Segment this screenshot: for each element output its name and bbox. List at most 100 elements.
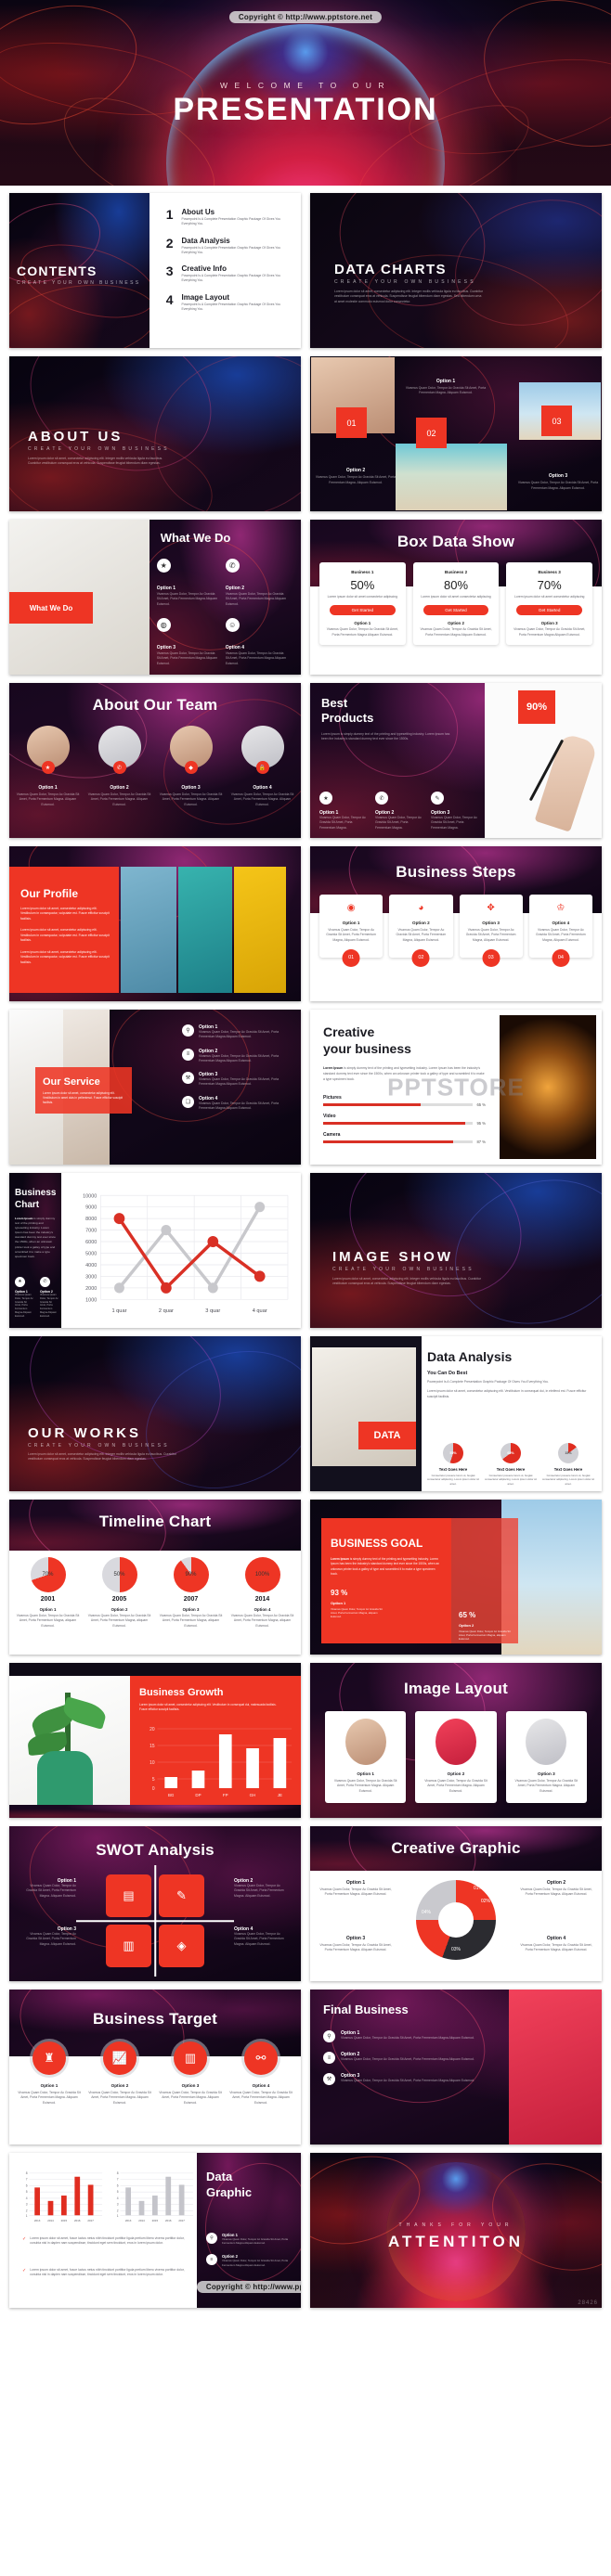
timeline-item[interactable]: 90% 2007 Option 3 Vivamus Quam Dolor, Te… [158, 1557, 224, 1629]
service-item[interactable]: ❏ Option 4 Vivamus Quam Dolor, Tempor Ac… [182, 1095, 295, 1112]
service-item[interactable]: ⚒ Option 3 Vivamus Quam Dolor, Tempor Ac… [182, 1072, 295, 1088]
target-item[interactable]: ♜ Option 1 Vivamus Quam Dolor, Tempor Ac… [17, 2041, 82, 2106]
bulb-icon: ⚲ [182, 1024, 194, 1037]
slide-what-we-do[interactable]: What We Do What We Do ★ Option 1 Vivamus… [9, 520, 301, 675]
slide-data-graphic[interactable]: 876 543 21 2013 2014 2015 2016 2017 8 7 … [9, 2153, 301, 2308]
quadrant-desc: Vivamus Quam Dolor, Tempor Ac Gravida Si… [26, 1932, 76, 1946]
target-item[interactable]: 📈 Option 2 Vivamus Quam Dolor, Tempor Ac… [87, 2041, 152, 2106]
segment-label: Option 3 [345, 1936, 366, 1941]
ring-value: 90% [185, 1572, 197, 1578]
svg-text:JE: JE [278, 1793, 282, 1797]
service-item[interactable]: ≡ Option 2 Vivamus Quam Dolor, Tempor Ac… [182, 1048, 295, 1064]
step-number: 01 [342, 948, 360, 967]
target-item[interactable]: ⚯ Option 4 Vivamus Quam Dolor, Tempor Ac… [228, 2041, 293, 2106]
timeline-item[interactable]: 100% 2014 Option 4 Vivamus Quam Dolor, T… [229, 1557, 295, 1629]
card-desc: Lorem ipsum dolor sit amet consectetur a… [421, 595, 491, 599]
image-card[interactable]: Option 3 Vivamus Quam Dolor, Tempor Ac G… [505, 1711, 587, 1803]
contents-item[interactable]: 4 Image Layout Powerpoint Is A Complete … [166, 293, 288, 313]
svg-text:20: 20 [150, 1727, 155, 1732]
timeline-item[interactable]: 50% 2005 Option 2 Vivamus Quam Dolor, Te… [86, 1557, 152, 1629]
member-label: Option 1 [38, 785, 58, 791]
slide-best-products[interactable]: 90% Best Products Lorem Ipsum is simply … [310, 683, 602, 838]
option-block[interactable]: ✎ Option 3 Vivamus Quam Dolor, Tempor Ac… [431, 792, 477, 831]
slide-creative-graphic[interactable]: Creative Graphic 02% 03% 04% 01% Option … [310, 1826, 602, 1981]
slide-box-data-show[interactable]: Box Data Show Business 1 50% Lorem ipsum… [310, 520, 602, 675]
image-card[interactable]: Option 1 Vivamus Quam Dolor, Tempor Ac G… [325, 1711, 407, 1803]
team-member[interactable]: ★ Option 1 Vivamus Quam Dolor, Tempor Ac… [15, 726, 81, 807]
contents-item-label: Image Layout [181, 292, 230, 302]
contents-item-number: 2 [165, 235, 174, 251]
slide-final-business[interactable]: Final Business ⚲ Option 1 Vivamus Quam D… [310, 1990, 602, 2145]
contents-item[interactable]: 2 Data Analysis Powerpoint Is A Complete… [166, 237, 288, 256]
slide-business-growth[interactable]: Business Growth Lorem ipsum dolor sit am… [9, 1663, 301, 1818]
slide-data-charts[interactable]: DATA CHARTS CREATE YOUR OWN BUSINESS Lor… [310, 193, 602, 348]
final-option[interactable]: ⚒ Option 3 Vivamus Quam Dolor, Tempor Ac… [323, 2073, 490, 2085]
slide-row: About Our Team ★ Option 1 Vivamus Quam D… [9, 683, 602, 838]
slide-image-show[interactable]: IMAGE SHOW CREATE YOUR OWN BUSINESS Lore… [310, 1173, 602, 1328]
slide-swot-analysis[interactable]: SWOT Analysis ▤ ✎ ▥ ◈ Option 1 Vivamus Q… [9, 1826, 301, 1981]
chart-option[interactable]: ✆ Option 2 Vivamus Quam Dolor, Tempor Ac… [40, 1276, 58, 1319]
team-member[interactable]: ✆ Option 2 Vivamus Quam Dolor, Tempor Ac… [86, 726, 152, 807]
chart-option[interactable]: ★ Option 1 Vivamus Quam Dolor, Tempor Ac… [15, 1276, 33, 1319]
step-card[interactable]: ◉ Option 1 Vivamus Quam Dolor, Tempor Ac… [319, 895, 384, 967]
final-option[interactable]: ⚲ Option 1 Vivamus Quam Dolor, Tempor Ac… [323, 2030, 490, 2042]
step-label: Option 1 [342, 921, 360, 925]
quadrant-desc: Vivamus Quam Dolor, Tempor Ac Gravida Si… [26, 1884, 76, 1898]
timeline-item[interactable]: 70% 2001 Option 1 Vivamus Quam Dolor, Te… [15, 1557, 81, 1629]
target-label: Option 4 [252, 2083, 270, 2088]
slide-data-analysis[interactable]: DATA Data Analysis You Can Do Best Power… [310, 1336, 602, 1491]
photo-thumb [435, 1719, 476, 1765]
step-card[interactable]: ♔ Option 4 Vivamus Quam Dolor, Tempor Ac… [528, 895, 592, 967]
slide-contents[interactable]: CONTENTS CREATE YOUR OWN BUSINESS 1 Abou… [9, 193, 301, 348]
slide-our-service[interactable]: Our Service Lorem ipsum dolor sit amet, … [9, 1010, 301, 1165]
svg-text:3: 3 [117, 2203, 119, 2207]
contents-item[interactable]: 1 About Us Powerpoint Is A Complete Pres… [166, 208, 288, 227]
option-block[interactable]: ★ Option 1 Vivamus Quam Dolor, Tempor Ac… [319, 792, 366, 831]
get-started-button[interactable]: Get Started [516, 605, 583, 616]
slide-timeline-chart[interactable]: Timeline Chart 70% 2001 Option 1 Vivamus… [9, 1500, 301, 1655]
svg-text:5000: 5000 [85, 1252, 97, 1257]
svg-text:4: 4 [26, 2196, 28, 2200]
slide-business-chart[interactable]: Business Chart Lorem Ipsum is simply dum… [9, 1173, 301, 1328]
ring-option: Option 4 [254, 1607, 271, 1612]
slide-title: Box Data Show [396, 533, 515, 550]
data-card[interactable]: Business 3 70% Lorem ipsum dolor sit ame… [506, 562, 593, 645]
graphic-option[interactable]: ⚲ Option 1 Vivamus Quam Dolor, Tempor Ac… [206, 2233, 295, 2245]
slide-about-us[interactable]: ABOUT US CREATE YOUR OWN BUSINESS Lorem … [9, 356, 301, 511]
data-card[interactable]: Business 1 50% Lorem ipsum dolor sit ame… [319, 562, 406, 645]
slide-thanks[interactable]: THANKS FOR YOUR ATTENTITON 28426 [310, 2153, 602, 2308]
photo-woman-headphones [234, 867, 286, 993]
slide-creative-your-business[interactable]: Creative your business Lorem Ipsum is si… [310, 1010, 602, 1165]
data-card[interactable]: Business 2 80% Lorem ipsum dolor sit ame… [412, 562, 500, 645]
svg-text:7000: 7000 [85, 1229, 97, 1234]
final-option[interactable]: ≡ Option 2 Vivamus Quam Dolor, Tempor Ac… [323, 2052, 490, 2064]
star-icon: ★ [319, 792, 332, 805]
line-chart: 10000 9000 8000 7000 6000 5000 4000 3000… [67, 1190, 292, 1317]
slide-business-steps[interactable]: Business Steps ◉ Option 1 Vivamus Quam D… [310, 846, 602, 1001]
slide-our-works[interactable]: OUR WORKS CREATE YOUR OWN BUSINESS Lorem… [9, 1336, 301, 1491]
slide-our-profile[interactable]: Our Profile Lorem ipsum dolor sit amet, … [9, 846, 301, 1001]
wrench-icon: ⚒ [323, 2073, 335, 2085]
card-value: 50% [350, 578, 375, 592]
contents-item[interactable]: 3 Creative Info Powerpoint Is A Complete… [166, 264, 288, 284]
option-label: Option 1 [436, 379, 456, 384]
service-item[interactable]: ⚲ Option 1 Vivamus Quam Dolor, Tempor Ac… [182, 1024, 295, 1040]
get-started-button[interactable]: Get Started [330, 605, 396, 616]
slide-image-layout[interactable]: Image Layout Option 1 Vivamus Quam Dolor… [310, 1663, 602, 1818]
target-item[interactable]: ▥ Option 3 Vivamus Quam Dolor, Tempor Ac… [158, 2041, 223, 2106]
option-block[interactable]: ✆ Option 2 Vivamus Quam Dolor, Tempor Ac… [375, 792, 422, 831]
get-started-button[interactable]: Get Started [422, 605, 489, 616]
slide-business-target[interactable]: Business Target ♜ Option 1 Vivamus Quam … [9, 1990, 301, 2145]
slide-business-goal[interactable]: BUSINESS GOAL Lorem Ipsum is simply dumm… [310, 1500, 602, 1655]
step-card[interactable]: ◕ Option 2 Vivamus Quam Dolor, Tempor Ac… [389, 895, 453, 967]
slide-about-our-team[interactable]: About Our Team ★ Option 1 Vivamus Quam D… [9, 683, 301, 838]
slide-options-photos[interactable]: 01 02 03 Option 1 Vivamus Quam Dolor, Te… [310, 356, 602, 511]
target-desc: Vivamus Quam Dolor, Tempor Ac Gravida Si… [18, 2091, 81, 2105]
step-card[interactable]: ✥ Option 3 Vivamus Quam Dolor, Tempor Ac… [459, 895, 523, 967]
team-member[interactable]: 🔒 Option 4 Vivamus Quam Dolor, Tempor Ac… [229, 726, 295, 807]
graphic-option[interactable]: ≡ Option 2 Vivamus Quam Dolor, Tempor Ac… [206, 2254, 295, 2267]
phone-icon: ✆ [225, 559, 240, 573]
image-card[interactable]: Option 2 Vivamus Quam Dolor, Tempor Ac G… [415, 1711, 497, 1803]
team-member[interactable]: ◆ Option 3 Vivamus Quam Dolor, Tempor Ac… [158, 726, 224, 807]
ring-option: Option 2 [110, 1607, 128, 1612]
